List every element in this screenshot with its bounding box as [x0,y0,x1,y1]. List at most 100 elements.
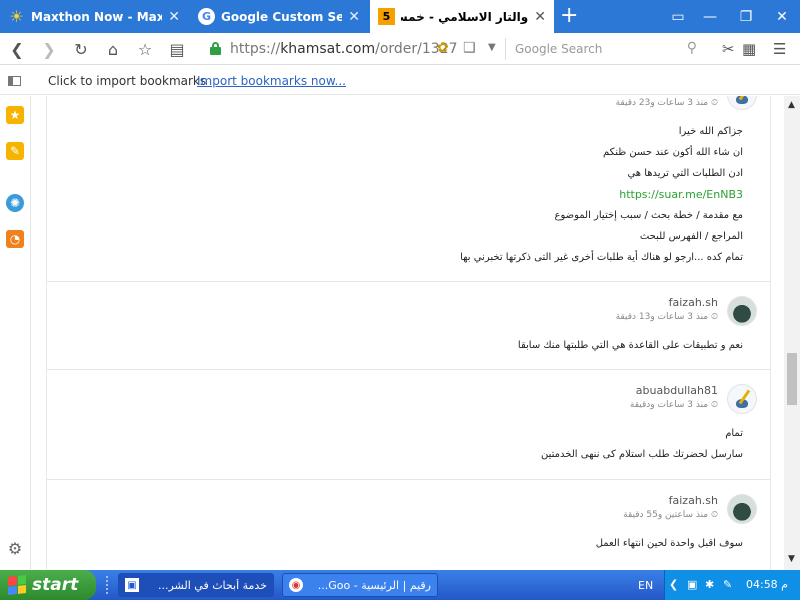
tab-google-custom-search[interactable]: G Google Custom Search ✕ [190,0,368,33]
comment-author[interactable]: abuabdullah81 [636,384,718,397]
screenshot-icon[interactable]: ✂ [722,40,735,58]
volume-icon[interactable]: ✎ [723,578,732,591]
rss-icon[interactable]: ◔ [6,230,24,248]
sidebar-toggle-icon[interactable] [8,76,21,86]
taskbar-grip[interactable] [106,576,110,594]
import-bookmarks-prompt: Click to import bookmarks [48,74,207,88]
avatar [727,96,757,110]
notes-icon[interactable]: ▤ [166,38,188,60]
restore-button[interactable]: ❐ [728,0,764,33]
comment-line: نعم و تطبيقات على القاعدة هي التي طلبتها… [517,340,743,351]
comment-item: faizah.sh ⏲ منذ 3 ساعات و13 دقيقة نعم و … [47,282,770,370]
comment-line: سارسل لحضرتك طلب استلام كى ننهى الخدمتين [541,449,743,460]
comment-time-text: منذ 3 ساعات و13 دقيقة [615,312,709,322]
comment-link[interactable]: https://suar.me/EnNB3 [619,188,743,201]
clock[interactable]: م 04:58 [746,578,788,591]
search-icon[interactable]: ⚲ [687,40,697,56]
comment-time: ⏲ منذ 3 ساعات ودقيقة [629,400,718,410]
taskbar: start ▣ خدمة أبحاث في الشر... ◉ رقيم | ا… [0,570,800,600]
start-label: start [32,575,79,595]
google-icon: G [198,8,215,25]
bee-icon[interactable]: ✿ [437,40,449,56]
khamsat-icon: 5 [378,8,395,25]
scroll-up-icon[interactable]: ▲ [788,100,795,110]
language-indicator[interactable]: EN [638,579,653,592]
forward-icon[interactable]: ❯ [38,38,60,60]
navigation-bar: ❮ ❯ ↻ ⌂ ☆ ▤ https://khamsat.com/order/13… [0,33,800,65]
search-placeholder: Google Search [515,42,603,56]
comment-author[interactable]: faizah.sh [669,494,718,507]
tab-maxthon-now[interactable]: ☀ Maxthon Now - Maxth... ✕ [0,0,188,33]
close-window-button[interactable]: ✕ [764,0,800,33]
system-tray: ❮ ▣ ✱ ✎ م 04:58 [664,570,800,600]
comment-line: المراجع / الفهرس للبحث [639,231,743,242]
comment-time: ⏲ منذ 3 ساعات و23 دقيقة [615,98,718,108]
vertical-scrollbar[interactable]: ▲ ▼ [784,96,800,570]
avatar[interactable] [727,494,757,524]
gear-icon[interactable]: ⚙ [6,539,24,558]
maxthon-icon: ▣ [125,578,139,592]
close-icon[interactable]: ✕ [534,9,546,25]
comment-time: ⏲ منذ 3 ساعات و13 دقيقة [615,312,718,322]
address-field[interactable]: https://khamsat.com/order/1327 [230,41,458,57]
tab-list-icon[interactable]: ▭ [660,0,696,33]
comment-item: abuabdullah81 ⏲ منذ 3 ساعات ودقيقة تمام … [47,370,770,480]
scroll-down-icon[interactable]: ▼ [788,554,795,564]
tab-bar: ☀ Maxthon Now - Maxth... ✕ G Google Cust… [0,0,800,33]
resource-sniffer-icon[interactable]: ▦ [742,40,756,58]
comment-line: جزاكم الله خيرا [678,126,743,137]
sun-icon: ☀ [9,7,24,26]
network-icon[interactable]: ▣ [687,578,697,591]
favorites-icon[interactable]: ★ [6,106,24,124]
minimize-button[interactable]: — [692,0,728,33]
search-input[interactable]: Google Search ⚲ [505,38,703,60]
taskbar-item-maxthon[interactable]: ▣ خدمة أبحاث في الشر... [118,573,274,597]
tray-expand-icon[interactable]: ❮ [669,578,678,591]
comment-time-text: منذ ساعتين و55 دقيقة [623,510,709,520]
comment-time: ⏲ منذ ساعتين و55 دقيقة [623,510,718,520]
scrollbar-thumb[interactable] [787,353,797,405]
tab-title: والتار الاسلامي - خمسات... [401,9,529,24]
safely-remove-icon[interactable]: ✱ [705,578,714,591]
comment-time-text: منذ 3 ساعات ودقيقة [629,400,709,410]
bookmarks-bar: Click to import bookmarks Import bookmar… [0,66,800,95]
url-host: khamsat.com [280,41,376,57]
avatar[interactable] [727,384,757,414]
start-button[interactable]: start [0,570,96,600]
comments-list: ⏲ منذ 3 ساعات و23 دقيقة جزاكم الله خيرا … [46,96,771,570]
back-icon[interactable]: ❮ [6,38,28,60]
comment-author[interactable]: faizah.sh [669,296,718,309]
taskbar-item-label: خدمة أبحاث في الشر... [158,578,267,592]
home-icon[interactable]: ⌂ [102,38,124,60]
new-tab-button[interactable]: + [560,3,578,28]
lock-icon [210,42,221,55]
star-icon[interactable]: ☆ [134,38,156,60]
lightbulb-icon[interactable]: ✺ [6,194,24,212]
refresh-icon[interactable]: ↻ [70,38,92,60]
url-scheme: https:// [230,41,281,57]
comment-line: تمام [725,428,743,439]
taskbar-item-chrome[interactable]: ◉ رقيم | الرئيسية - Goo... [282,573,438,597]
chevron-down-icon[interactable]: ▼ [488,42,496,53]
taskbar-item-label: رقيم | الرئيسية - Goo... [317,578,431,592]
import-bookmarks-link[interactable]: Import bookmarks now... [197,74,346,88]
comment-line: تمام كده ...ارجو لو هناك أية طلبات أخرى … [460,252,743,263]
windows-logo-icon [8,575,26,595]
menu-icon[interactable]: ☰ [773,40,786,58]
avatar[interactable] [727,296,757,326]
reader-mode-icon[interactable]: ❑ [463,40,476,56]
comment-item: faizah.sh ⏲ منذ ساعتين و55 دقيقة سوف اقب… [47,480,770,570]
tab-khamsat[interactable]: 5 والتار الاسلامي - خمسات... ✕ [370,0,554,33]
comment-line: مع مقدمة / خطة بحث / سبب إختيار الموضوع [554,210,743,221]
notes-icon[interactable]: ✎ [6,142,24,160]
comment-time-text: منذ 3 ساعات و23 دقيقة [615,98,709,108]
page-content: ⏲ منذ 3 ساعات و23 دقيقة جزاكم الله خيرا … [31,96,784,570]
tab-title: Google Custom Search [221,9,343,24]
close-icon[interactable]: ✕ [168,9,180,25]
close-icon[interactable]: ✕ [348,9,360,25]
comment-line: ادن الطلبات التي تريدها هي [627,168,743,179]
comment-line: سوف اقبل واحدة لحين انتهاء العمل [595,538,743,549]
tab-title: Maxthon Now - Maxth... [31,9,163,24]
sidebar: ★ ✎ ✺ ◔ ⚙ [0,96,31,570]
comment-item: ⏲ منذ 3 ساعات و23 دقيقة جزاكم الله خيرا … [47,96,770,282]
